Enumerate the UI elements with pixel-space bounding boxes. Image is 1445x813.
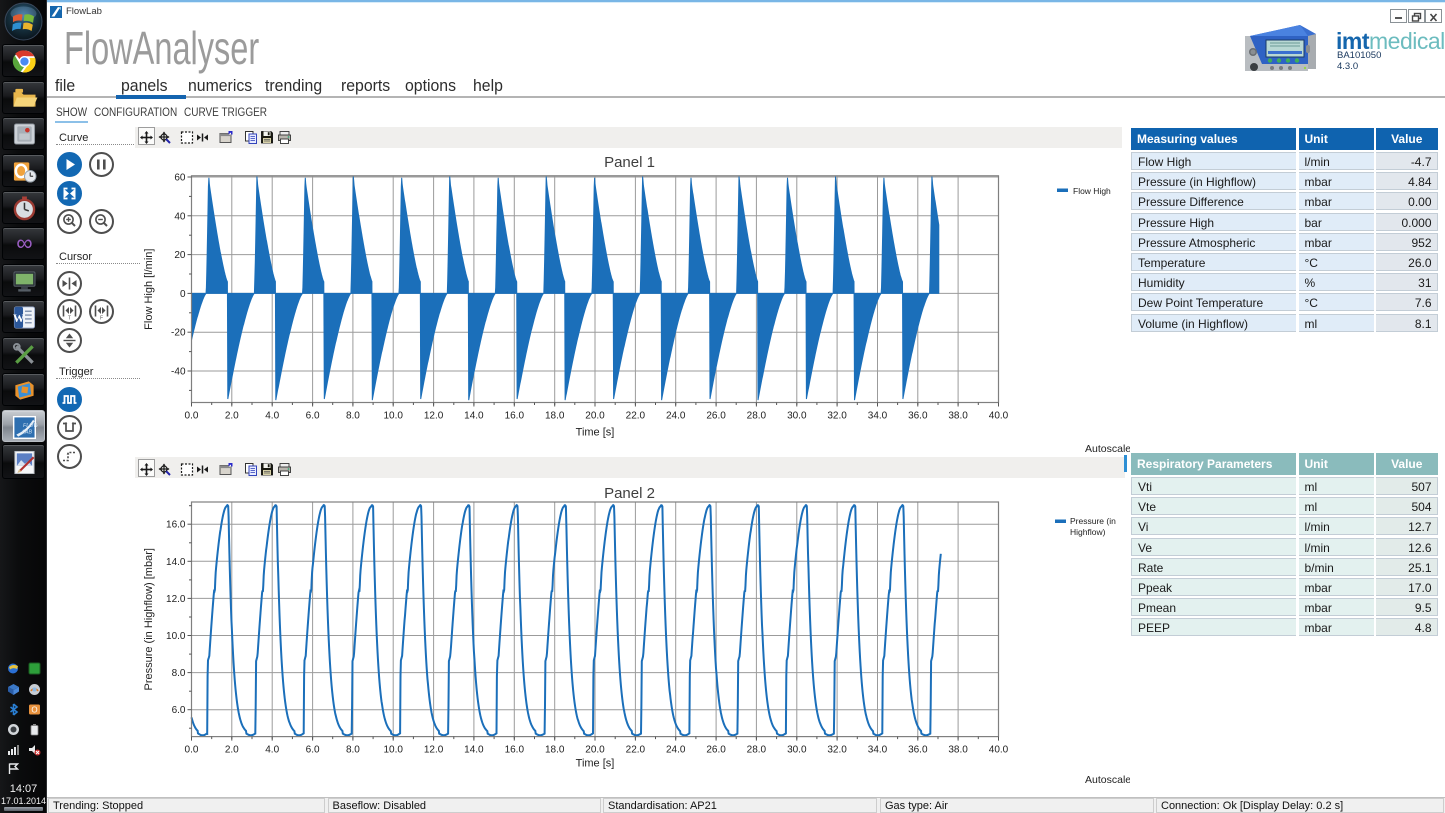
svg-text:Autoscale: Autoscale bbox=[1085, 443, 1130, 455]
svg-text:Autoscale: Autoscale bbox=[1085, 774, 1130, 786]
svg-text:Panel 2: Panel 2 bbox=[604, 485, 655, 502]
svg-text:0.0: 0.0 bbox=[185, 411, 199, 422]
svg-text:26.0: 26.0 bbox=[706, 411, 726, 422]
svg-text:12.0: 12.0 bbox=[166, 594, 186, 605]
svg-text:0.0: 0.0 bbox=[185, 745, 199, 756]
svg-text:6.0: 6.0 bbox=[172, 705, 186, 716]
svg-text:22.0: 22.0 bbox=[626, 745, 646, 756]
svg-text:36.0: 36.0 bbox=[908, 745, 928, 756]
svg-text:∞: ∞ bbox=[16, 232, 32, 256]
svg-text:4.0: 4.0 bbox=[265, 411, 279, 422]
svg-text:18.0: 18.0 bbox=[545, 745, 565, 756]
svg-text:T: T bbox=[68, 316, 71, 322]
svg-text:F: F bbox=[99, 316, 102, 322]
svg-text:36.0: 36.0 bbox=[908, 411, 928, 422]
svg-text:Time [s]: Time [s] bbox=[576, 427, 615, 439]
svg-text:12.0: 12.0 bbox=[424, 411, 444, 422]
svg-text:8.0: 8.0 bbox=[172, 668, 186, 679]
svg-text:Panel 1: Panel 1 bbox=[604, 154, 655, 171]
svg-text:16.0: 16.0 bbox=[505, 745, 525, 756]
svg-text:W: W bbox=[13, 313, 25, 325]
svg-text:34.0: 34.0 bbox=[868, 411, 888, 422]
svg-text:14.0: 14.0 bbox=[464, 745, 484, 756]
svg-text:6.0: 6.0 bbox=[306, 745, 320, 756]
svg-text:10.0: 10.0 bbox=[383, 411, 403, 422]
svg-text:4.0: 4.0 bbox=[265, 745, 279, 756]
svg-text:LAB: LAB bbox=[22, 430, 32, 436]
svg-text:O: O bbox=[31, 706, 37, 715]
svg-text:Pressure (in Highflow) [mbar]: Pressure (in Highflow) [mbar] bbox=[143, 548, 155, 690]
svg-text:30.0: 30.0 bbox=[787, 411, 807, 422]
svg-text:30.0: 30.0 bbox=[787, 745, 807, 756]
svg-text:24.0: 24.0 bbox=[666, 411, 686, 422]
svg-text:20.0: 20.0 bbox=[585, 745, 605, 756]
svg-text:38.0: 38.0 bbox=[948, 745, 968, 756]
svg-text:2.0: 2.0 bbox=[225, 411, 239, 422]
svg-text:-40: -40 bbox=[171, 367, 186, 378]
svg-text:10.0: 10.0 bbox=[383, 745, 403, 756]
svg-text:60: 60 bbox=[174, 173, 186, 184]
svg-text:10.0: 10.0 bbox=[166, 631, 186, 642]
svg-text:6.0: 6.0 bbox=[306, 411, 320, 422]
svg-text:12.0: 12.0 bbox=[424, 745, 444, 756]
svg-text:Flow High [l/min]: Flow High [l/min] bbox=[143, 249, 155, 330]
svg-text:28.0: 28.0 bbox=[747, 745, 767, 756]
svg-text:34.0: 34.0 bbox=[868, 745, 888, 756]
svg-text:0: 0 bbox=[180, 289, 186, 300]
svg-text:Time [s]: Time [s] bbox=[576, 758, 615, 770]
svg-text:40.0: 40.0 bbox=[989, 745, 1009, 756]
svg-text:40.0: 40.0 bbox=[989, 411, 1009, 422]
svg-text:28.0: 28.0 bbox=[747, 411, 767, 422]
svg-text:18.0: 18.0 bbox=[545, 411, 565, 422]
svg-text:-20: -20 bbox=[171, 328, 186, 339]
svg-text:16.0: 16.0 bbox=[166, 520, 186, 531]
svg-text:8.0: 8.0 bbox=[346, 745, 360, 756]
svg-text:8.0: 8.0 bbox=[346, 411, 360, 422]
svg-text:Pressure (in: Pressure (in bbox=[1070, 516, 1116, 526]
svg-text:24.0: 24.0 bbox=[666, 745, 686, 756]
svg-text:2.0: 2.0 bbox=[225, 745, 239, 756]
svg-text:14.0: 14.0 bbox=[464, 411, 484, 422]
svg-text:38.0: 38.0 bbox=[948, 411, 968, 422]
svg-text:Highflow): Highflow) bbox=[1070, 527, 1106, 537]
svg-text:20: 20 bbox=[174, 250, 186, 261]
svg-text:32.0: 32.0 bbox=[827, 411, 847, 422]
svg-text:14.0: 14.0 bbox=[166, 557, 186, 568]
svg-text:16.0: 16.0 bbox=[505, 411, 525, 422]
svg-text:22.0: 22.0 bbox=[626, 411, 646, 422]
svg-text:20.0: 20.0 bbox=[585, 411, 605, 422]
svg-text:FLOW: FLOW bbox=[23, 423, 37, 429]
svg-text:32.0: 32.0 bbox=[827, 745, 847, 756]
svg-text:40: 40 bbox=[174, 211, 186, 222]
svg-text:26.0: 26.0 bbox=[706, 745, 726, 756]
svg-text:Flow High: Flow High bbox=[1073, 186, 1111, 196]
